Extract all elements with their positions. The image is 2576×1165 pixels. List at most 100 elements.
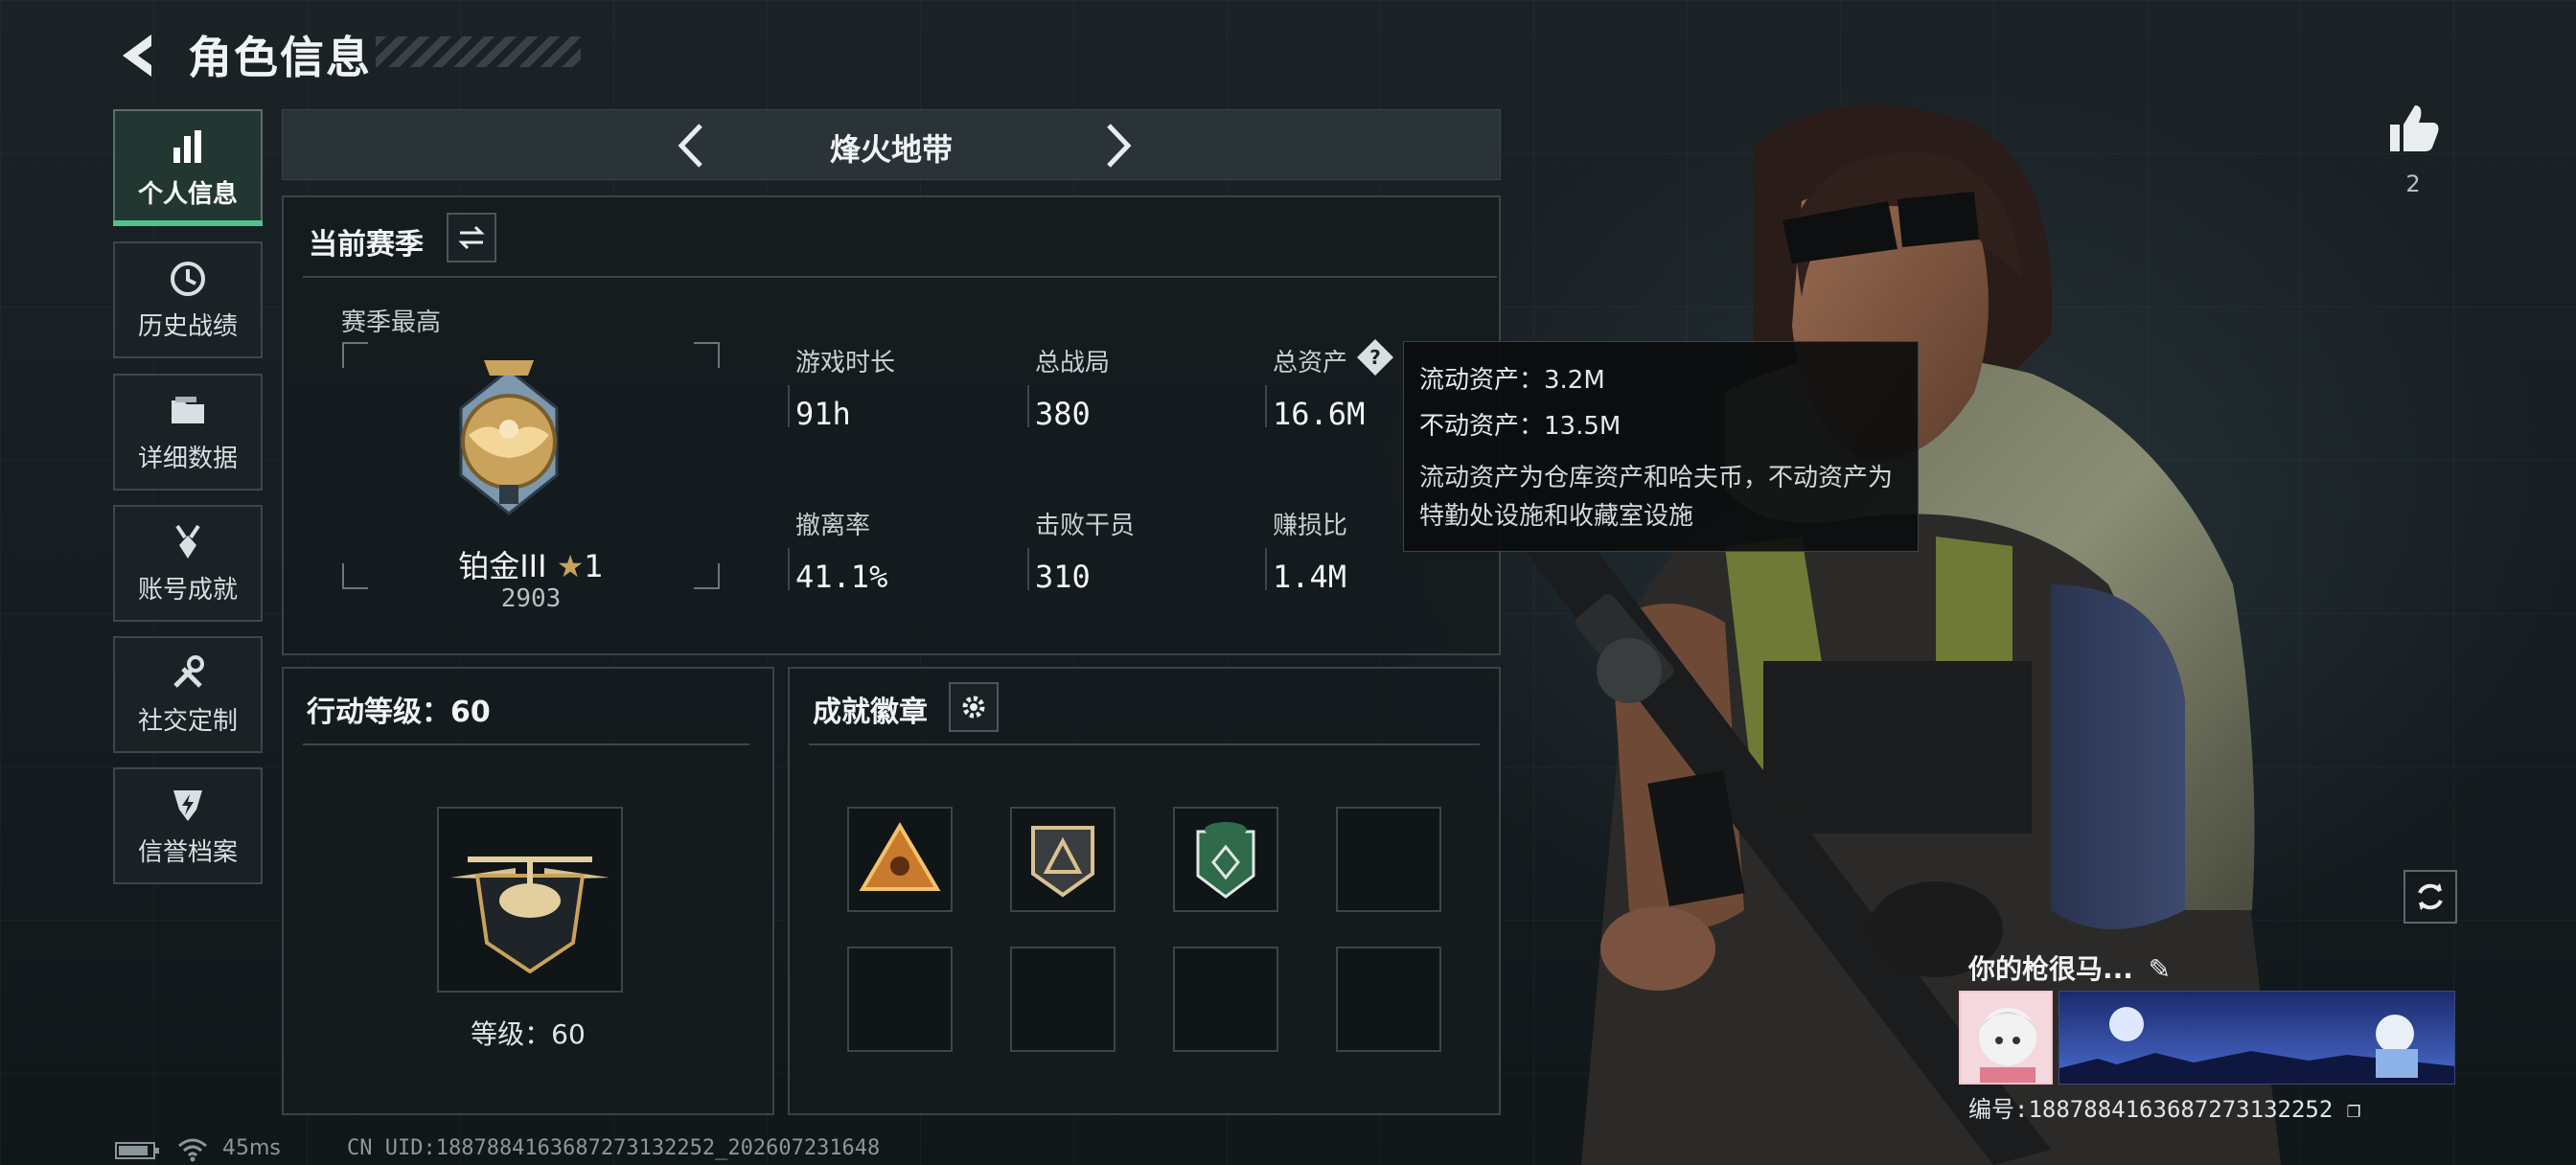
back-arrow-icon[interactable] [113, 29, 167, 82]
achievement-badges-panel: 成就徽章 [788, 667, 1501, 1115]
edit-icon[interactable]: ✎ [2149, 953, 2171, 985]
sidebar-item-reputation[interactable]: 信誉档案 [113, 767, 263, 884]
chevron-right-icon[interactable] [1092, 120, 1143, 171]
sidebar-item-label: 个人信息 [137, 179, 238, 209]
badge-settings-button[interactable] [949, 682, 999, 732]
sidebar-item-personal-info[interactable]: 个人信息 [113, 109, 263, 226]
folder-icon [172, 396, 204, 423]
game-mode-name: 烽火地带 [829, 131, 953, 168]
stat-extraction-rate: 撤离率 41.1% [795, 506, 887, 595]
refresh-button[interactable] [2404, 870, 2457, 924]
stat-operators-defeated: 击败干员 310 [1035, 506, 1135, 595]
sidebar-item-label: 详细数据 [137, 444, 238, 473]
badge-slot-empty[interactable] [1336, 807, 1441, 912]
badge-slot[interactable] [1010, 807, 1116, 912]
player-name-text: 你的枪很马... [1968, 953, 2133, 985]
profile-banner[interactable] [2058, 991, 2455, 1085]
stat-value: 16.6M [1273, 396, 1366, 432]
rank-points: 2903 [500, 584, 562, 613]
divider [809, 743, 1480, 745]
sidebar-item-label: 账号成就 [137, 575, 238, 605]
tools-icon [173, 654, 204, 688]
badge-slot-empty[interactable] [847, 947, 953, 1052]
network-latency: 45ms [222, 1136, 281, 1160]
badge-slot[interactable] [847, 807, 953, 912]
divider [1027, 385, 1029, 427]
green-shield-badge-icon [1196, 822, 1255, 899]
sidebar-item-label: 社交定制 [137, 706, 238, 736]
refresh-icon [2418, 883, 2443, 910]
wifi-icon [178, 1138, 207, 1162]
stat-play-time: 游戏时长 91h [795, 343, 895, 432]
help-icon[interactable]: ? [1355, 337, 1395, 377]
shield-bolt-icon [173, 789, 202, 821]
stat-label: 总资产 [1273, 349, 1348, 377]
triangle-team-badge-icon [859, 822, 941, 891]
tooltip-liquid-assets: 流动资产：3.2M [1419, 366, 1605, 395]
stat-total-assets: 总资产 16.6M [1273, 343, 1365, 432]
level-title: 行动等级：60 [307, 696, 491, 729]
level-label: 等级：60 [471, 1018, 586, 1050]
badge-slot-empty[interactable] [1173, 947, 1278, 1052]
title-decoration [376, 36, 581, 67]
like-count: 2 [2405, 171, 2421, 197]
tooltip-fixed-assets: 不动资产：13.5M [1419, 412, 1622, 441]
svg-text:?: ? [1369, 346, 1381, 369]
player-name: 你的枪很马... ✎ [1968, 948, 2171, 987]
divider [303, 743, 749, 745]
sidebar-item-social-customize[interactable]: 社交定制 [113, 636, 263, 753]
platinum-rank-emblem-icon [459, 360, 559, 515]
divider [788, 548, 790, 590]
season-title: 当前赛季 [309, 228, 424, 262]
rank-name: 铂金III [458, 548, 547, 584]
sidebar-item-label: 信誉档案 [137, 837, 238, 867]
season-best-label: 赛季最高 [341, 308, 442, 337]
achievements-title: 成就徽章 [813, 696, 928, 729]
stat-value: 380 [1035, 396, 1091, 432]
badge-slot-empty[interactable] [1010, 947, 1116, 1052]
player-id: 编号:1887884163687273132252 ❐ [1968, 1090, 2360, 1124]
shield-triangle-badge-icon [1031, 826, 1094, 898]
stat-label: 游戏时长 [795, 349, 896, 377]
uid-text: CN UID:1887884163687273132252_2026072316… [347, 1136, 881, 1160]
divider [303, 276, 1497, 278]
divider [1265, 548, 1267, 590]
battery-icon [115, 1142, 159, 1159]
stat-label: 击败干员 [1035, 512, 1136, 540]
divider [1265, 385, 1267, 427]
level-emblem-frame [437, 807, 623, 993]
sidebar-item-match-history[interactable]: 历史战绩 [113, 241, 263, 358]
bar-chart-icon [173, 129, 201, 163]
star-icon: ★ [556, 548, 585, 584]
assets-tooltip: 流动资产：3.2M 不动资产：13.5M 流动资产为仓库资产和哈夫币，不动资产为… [1403, 341, 1919, 552]
sidebar-item-label: 历史战绩 [137, 311, 238, 341]
avatar[interactable] [1959, 991, 2053, 1085]
thumbs-up-icon[interactable] [2384, 100, 2442, 157]
stat-label: 撤离率 [795, 512, 871, 540]
divider [788, 385, 790, 427]
swap-icon [458, 225, 485, 250]
stat-value: 91h [795, 396, 851, 432]
divider [1027, 548, 1029, 590]
helicopter-emblem-icon [450, 857, 610, 974]
stat-profit-loss-ratio: 赚损比 1.4M [1273, 506, 1347, 595]
switch-season-button[interactable] [447, 213, 496, 263]
clock-history-icon [171, 261, 205, 296]
tooltip-description: 流动资产为仓库资产和哈夫币，不动资产为特勤处设施和收藏室设施 [1419, 464, 1894, 531]
level-panel: 行动等级：60 等级：60 [282, 667, 774, 1115]
rank-info: 铂金III ★1 [341, 542, 721, 586]
stat-label: 总战局 [1035, 349, 1111, 377]
page-title: 角色信息 [188, 32, 372, 83]
stat-value: 41.1% [795, 559, 888, 595]
night-sky-banner-image [2059, 992, 2454, 1084]
badge-slot-empty[interactable] [1336, 947, 1441, 1052]
game-mode-selector: 烽火地带 [282, 109, 1501, 180]
sidebar-item-achievements[interactable]: 账号成就 [113, 505, 263, 622]
rank-stars: 1 [584, 548, 604, 584]
sidebar-item-detailed-data[interactable]: 详细数据 [113, 374, 263, 491]
stat-value: 310 [1035, 559, 1091, 595]
stat-total-matches: 总战局 380 [1035, 343, 1110, 432]
anime-avatar-image [1961, 993, 2051, 1083]
badge-slot[interactable] [1173, 807, 1278, 912]
copy-icon[interactable]: ❐ [2347, 1096, 2360, 1123]
